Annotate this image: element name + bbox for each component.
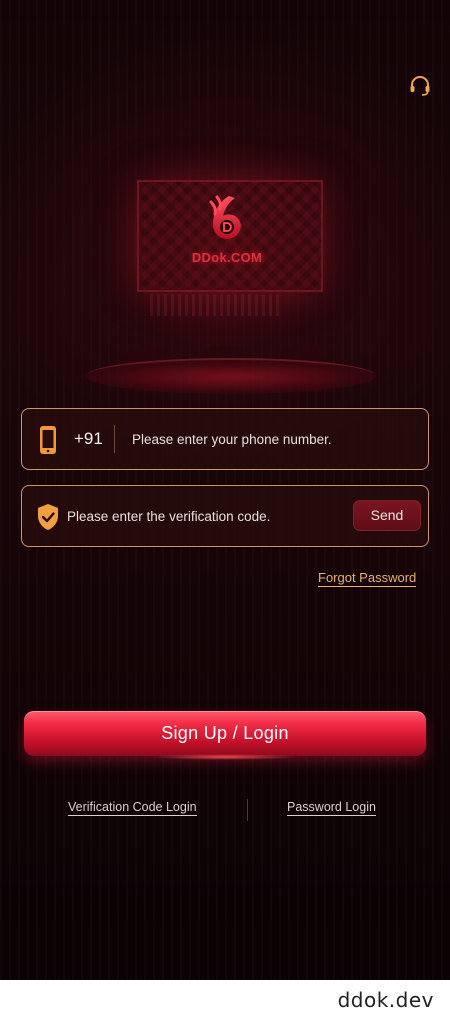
field-divider — [114, 425, 115, 453]
verification-code-field: Send — [21, 485, 429, 547]
phone-icon — [38, 425, 58, 455]
button-glow — [150, 754, 300, 760]
send-code-button[interactable]: Send — [353, 500, 421, 531]
shield-check-icon — [36, 503, 60, 531]
background-shelf — [150, 294, 280, 316]
login-screen: DDok.COM +91 Send Forgot Password Sign U… — [0, 0, 450, 980]
password-login-link[interactable]: Password Login — [287, 800, 376, 816]
verification-code-login-link[interactable]: Verification Code Login — [68, 800, 197, 816]
verification-code-input[interactable] — [67, 503, 299, 529]
ddok-logo-icon — [207, 194, 247, 244]
signup-login-button[interactable]: Sign Up / Login — [24, 711, 426, 756]
background-table — [86, 358, 376, 394]
phone-number-input[interactable] — [132, 426, 412, 452]
brand-logo: DDok.COM — [180, 194, 274, 270]
country-code[interactable]: +91 — [74, 429, 103, 449]
forgot-password-link[interactable]: Forgot Password — [318, 570, 417, 587]
footer-domain: ddok.dev — [337, 988, 434, 1012]
footer-bar: ddok.dev — [0, 980, 450, 1024]
headset-icon[interactable] — [408, 74, 432, 98]
phone-field: +91 — [21, 408, 429, 470]
brand-name: DDok.COM — [191, 250, 263, 265]
alt-login-divider — [247, 799, 248, 821]
